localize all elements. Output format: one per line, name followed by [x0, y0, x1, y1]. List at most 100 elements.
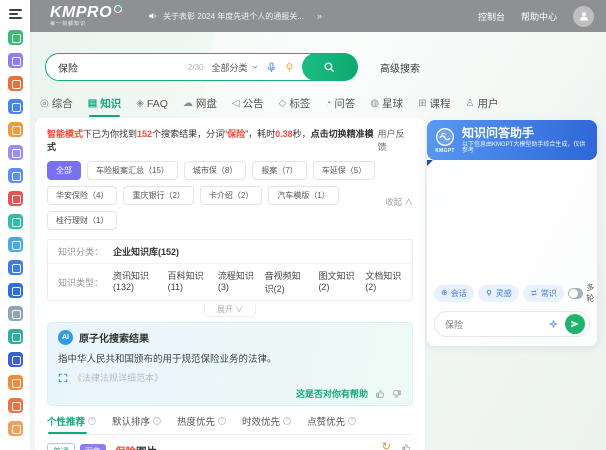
- sort-tab[interactable]: 热度优先 ?: [177, 414, 226, 434]
- sort-tab[interactable]: 个性推荐 ?: [47, 414, 96, 434]
- sort-tab-label: 默认排序: [112, 414, 150, 428]
- result-title[interactable]: 保险图片: [115, 444, 157, 450]
- info-icon[interactable]: ?: [348, 417, 356, 425]
- tab-icon: ⊞: [418, 98, 426, 109]
- filter-chip[interactable]: 报案（7）: [252, 161, 306, 180]
- result-item: ↻ 普通 图集 保险图片 保险4 保险1: [47, 435, 413, 450]
- expand-button[interactable]: 展开 ∨: [204, 303, 256, 317]
- sidebar-app-icon[interactable]: [8, 30, 23, 45]
- send-button[interactable]: [565, 314, 585, 334]
- console-link[interactable]: 控制台: [478, 10, 505, 23]
- chevron-down-icon: [251, 63, 259, 71]
- voice-search-button[interactable]: [266, 62, 277, 73]
- info-icon[interactable]: ?: [153, 417, 161, 425]
- help-center-link[interactable]: 帮助中心: [521, 10, 557, 23]
- announcement-more[interactable]: »: [317, 11, 322, 21]
- sidebar-app-icon[interactable]: [8, 76, 23, 91]
- filter-chip[interactable]: 卡介绍（2）: [200, 186, 262, 205]
- sidebar-app-icon[interactable]: [8, 122, 23, 137]
- user-avatar[interactable]: [573, 6, 594, 27]
- info-icon[interactable]: ?: [218, 417, 226, 425]
- ai-card-title: 原子化搜索结果: [79, 330, 149, 345]
- knowledge-type-link[interactable]: 音视频知识(2): [265, 269, 309, 295]
- sidebar-app-icon[interactable]: [8, 352, 23, 367]
- filter-chip[interactable]: 华安保险（4）: [47, 186, 117, 205]
- knowledge-type-link[interactable]: 文档知识(2): [365, 269, 402, 295]
- sort-tab-label: 时效优先: [242, 414, 280, 428]
- thumb-up-icon[interactable]: [375, 389, 385, 399]
- result-tab[interactable]: ◈ FAQ: [136, 96, 168, 117]
- filter-chip[interactable]: 汽车模版（1）: [268, 186, 338, 205]
- info-icon[interactable]: ?: [88, 417, 96, 425]
- type-tag: 图集: [80, 444, 106, 450]
- result-tab[interactable]: ◁ 公告: [232, 96, 264, 117]
- sidebar-app-icon[interactable]: [8, 53, 23, 68]
- tab-icon: ◎: [40, 98, 49, 109]
- menu-icon[interactable]: [9, 9, 22, 19]
- assistant-input[interactable]: [445, 319, 542, 329]
- filter-chip[interactable]: 重庆银行（2）: [123, 186, 193, 205]
- sort-tab[interactable]: 时效优先 ?: [242, 414, 291, 434]
- sidebar-app-icon[interactable]: [8, 145, 23, 160]
- result-tab[interactable]: ◔ 问答: [325, 96, 355, 117]
- new-chat-button[interactable]: ⊕ 会话: [434, 285, 474, 302]
- knowledge-type-link[interactable]: 图文知识(2): [318, 269, 355, 295]
- tab-label: 课程: [429, 96, 450, 111]
- category-dropdown[interactable]: 全部分类: [211, 61, 258, 74]
- sidebar-app-icon[interactable]: [8, 306, 23, 321]
- result-tab[interactable]: ☁ 网盘: [183, 96, 217, 117]
- search-button[interactable]: [302, 53, 358, 81]
- refresh-icon[interactable]: ↻: [382, 442, 391, 450]
- sidebar-app-icon[interactable]: [8, 168, 23, 183]
- result-tab[interactable]: ◎ 综合: [40, 96, 73, 117]
- info-icon[interactable]: ?: [283, 417, 291, 425]
- filter-chip[interactable]: 车险报案汇总（15）: [87, 161, 178, 180]
- sidebar-app-icon[interactable]: [8, 260, 23, 275]
- filter-chip[interactable]: 车延保（5）: [313, 161, 375, 180]
- sidebar-app-icon[interactable]: [8, 237, 23, 252]
- knowledge-type-link[interactable]: 百科知识(11): [168, 269, 208, 295]
- collapse-link[interactable]: 收起 ∧: [381, 196, 413, 208]
- tab-label: 星球: [382, 96, 403, 111]
- thumb-up-icon[interactable]: [401, 443, 411, 450]
- tab-icon: ☁: [183, 98, 193, 109]
- ai-answer-text: 指中华人民共和国颁布的用于规范保险业务的法律。: [58, 351, 402, 365]
- sidebar-app-icon[interactable]: [8, 191, 23, 206]
- thumb-down-icon[interactable]: [392, 389, 402, 399]
- sidebar-app-icon[interactable]: [8, 398, 23, 413]
- inspiration-button[interactable]: 灵感: [478, 285, 519, 302]
- speaker-icon: [148, 11, 158, 21]
- result-tab[interactable]: ◇ 标签: [279, 96, 311, 117]
- filter-chip[interactable]: 城市保（8）: [184, 161, 246, 180]
- sidebar-app-icon[interactable]: [8, 283, 23, 298]
- search-input[interactable]: [58, 62, 188, 73]
- clear-sparkle-icon[interactable]: [548, 319, 559, 330]
- common-knowledge-button[interactable]: 常识: [523, 285, 564, 302]
- sidebar-app-icon[interactable]: [8, 421, 23, 436]
- result-tab[interactable]: ♙ 用户: [465, 96, 498, 117]
- multi-turn-toggle[interactable]: 多轮: [568, 282, 599, 304]
- filter-chip[interactable]: 全部: [47, 161, 81, 180]
- smart-tip-button[interactable]: [284, 62, 295, 73]
- knowledge-base-link[interactable]: 企业知识库(152): [113, 245, 179, 258]
- user-feedback-link[interactable]: 用户反馈: [378, 127, 413, 153]
- announcement-bar[interactable]: 关于表彰 2024 年度先进个人的通报关... »: [148, 11, 322, 22]
- sidebar-app-icon[interactable]: [8, 329, 23, 344]
- result-tab[interactable]: ▤ 知识: [88, 96, 121, 117]
- sort-tab[interactable]: 点赞优先 ?: [307, 414, 356, 434]
- person-icon: [578, 10, 590, 22]
- knowledge-type-link[interactable]: 流程知识(3): [218, 269, 255, 295]
- sidebar-app-icon[interactable]: [8, 214, 23, 229]
- result-tab[interactable]: ◍ 星球: [370, 96, 403, 117]
- knowledge-type-link[interactable]: 资讯知识(132): [113, 269, 158, 295]
- sidebar-app-icon[interactable]: [8, 375, 23, 390]
- advanced-search-link[interactable]: 高级搜索: [380, 60, 420, 75]
- sidebar-app-icon[interactable]: [8, 99, 23, 114]
- sort-tab[interactable]: 默认排序 ?: [112, 414, 161, 434]
- filter-chip[interactable]: 桂行理财（1）: [47, 211, 117, 230]
- result-tab[interactable]: ⊞ 课程: [418, 96, 450, 117]
- kmgpt-logo: KMGPT: [435, 127, 455, 154]
- toggle-switch-icon[interactable]: [568, 288, 584, 299]
- ai-source-link[interactable]: 《法律法规详细范本》: [58, 371, 402, 384]
- logo[interactable]: KMPRO 每一刻都知识: [50, 5, 122, 27]
